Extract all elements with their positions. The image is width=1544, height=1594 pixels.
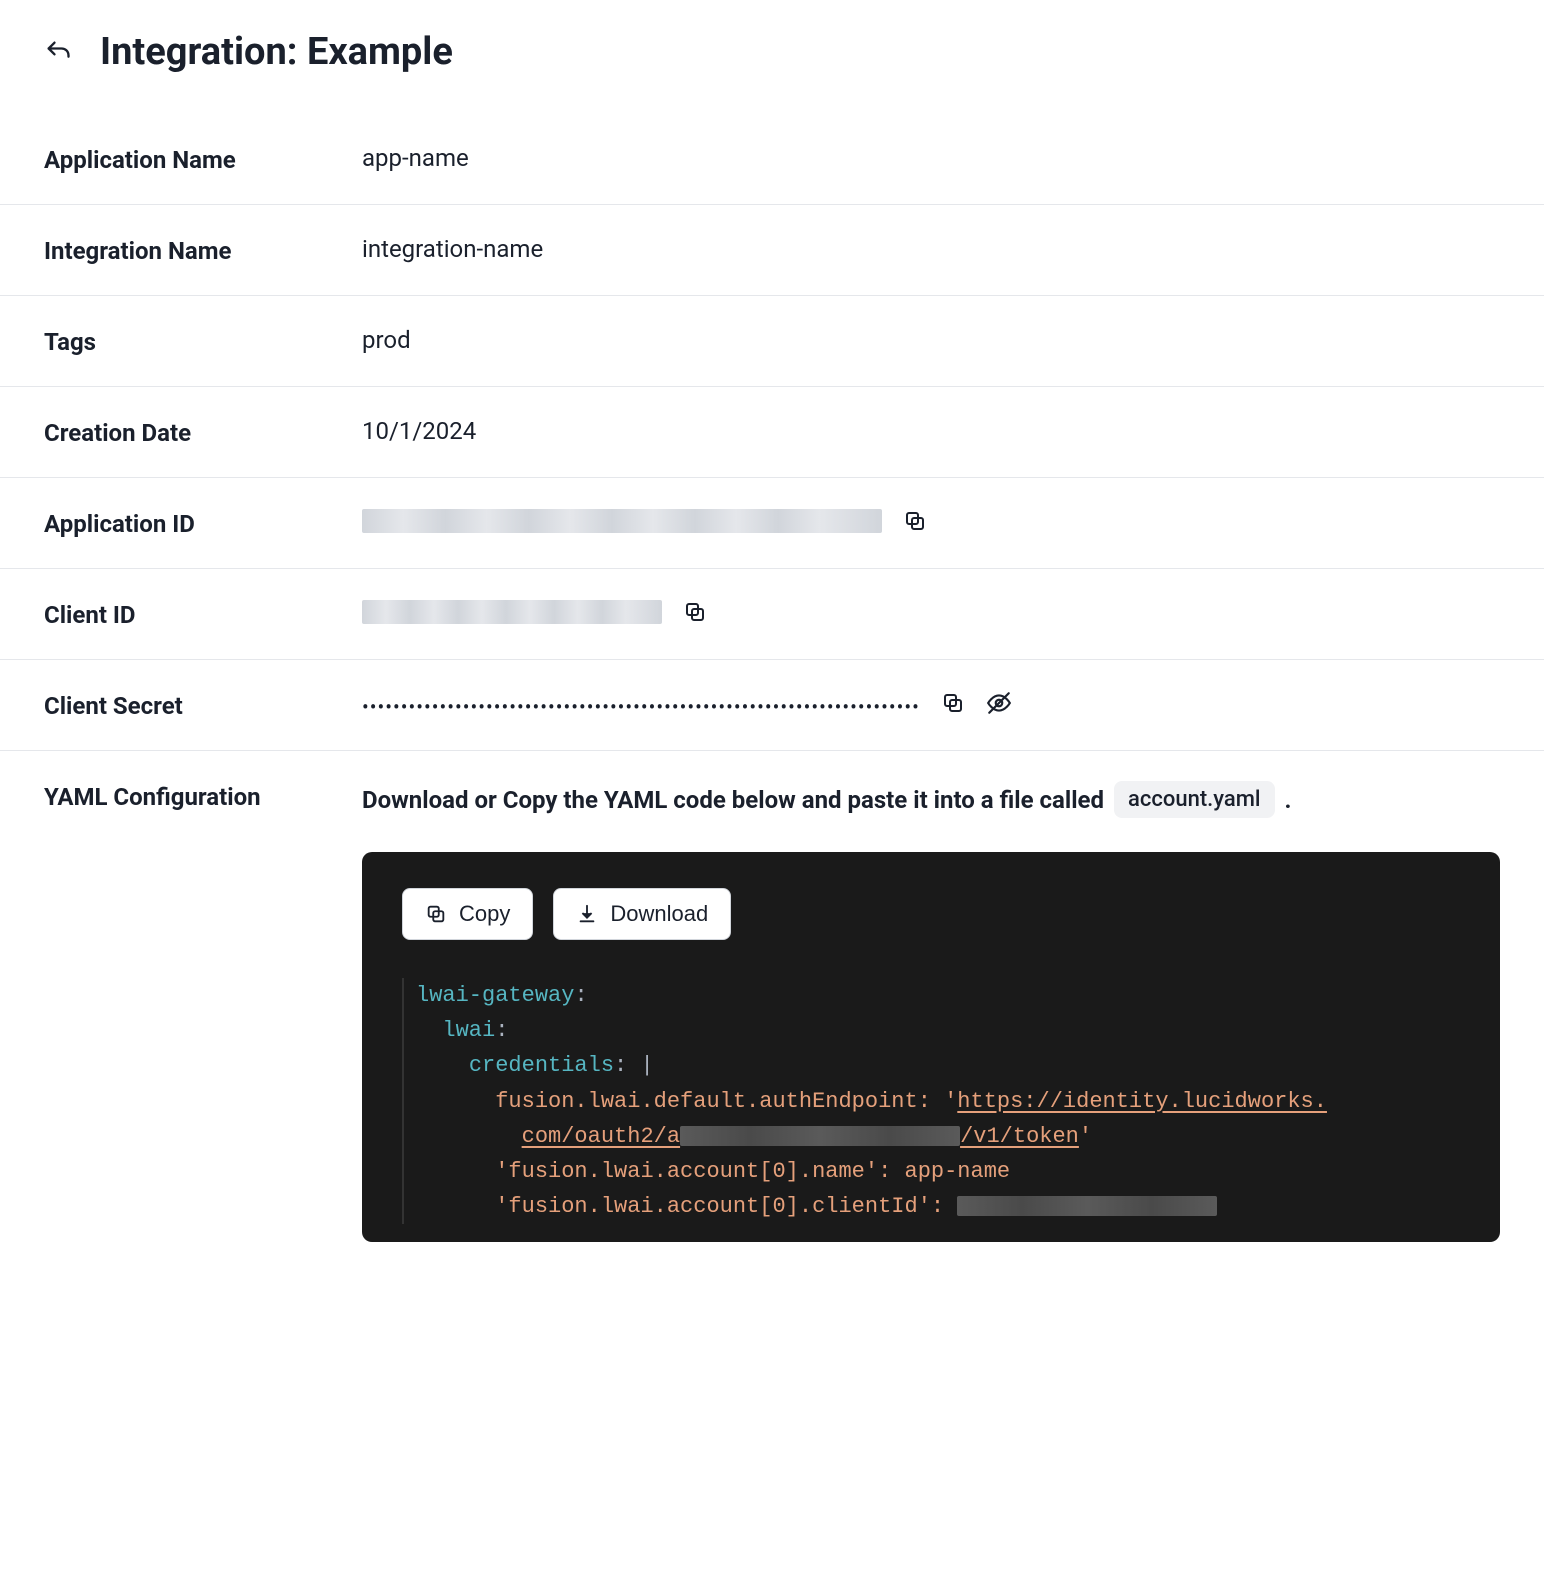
application-name-label: Application Name <box>44 144 362 174</box>
field-tags: Tags prod <box>0 296 1544 387</box>
page-title: Integration: Example <box>100 30 453 74</box>
yaml-instruction-period: . <box>1285 786 1292 814</box>
client-id-label: Client ID <box>44 599 362 629</box>
creation-date-value: 10/1/2024 <box>362 417 476 445</box>
field-client-secret: Client Secret ••••••••••••••••••••••••••… <box>0 660 1544 751</box>
copy-client-secret-button[interactable] <box>940 690 966 716</box>
integration-name-label: Integration Name <box>44 235 362 265</box>
copy-yaml-label: Copy <box>459 901 510 927</box>
yaml-code-block: Copy Download lwai-gateway: lwai: creden… <box>362 852 1500 1242</box>
client-secret-value-masked: ••••••••••••••••••••••••••••••••••••••••… <box>362 695 920 719</box>
application-id-value-redacted <box>362 509 882 533</box>
yaml-code-content: lwai-gateway: lwai: credentials: | fusio… <box>402 978 1460 1224</box>
back-icon[interactable] <box>44 38 72 66</box>
field-integration-name: Integration Name integration-name <box>0 205 1544 296</box>
client-id-value-redacted <box>362 600 662 624</box>
client-secret-label: Client Secret <box>44 690 362 720</box>
copy-yaml-button[interactable]: Copy <box>402 888 533 940</box>
toggle-visibility-icon[interactable] <box>986 690 1012 716</box>
field-client-id: Client ID <box>0 569 1544 660</box>
field-application-id: Application ID <box>0 478 1544 569</box>
field-yaml-configuration: YAML Configuration Download or Copy the … <box>0 751 1544 1242</box>
integration-name-value: integration-name <box>362 235 543 263</box>
copy-client-id-button[interactable] <box>682 599 708 625</box>
redacted-url-segment <box>680 1126 960 1146</box>
download-yaml-button[interactable]: Download <box>553 888 731 940</box>
yaml-instruction-text: Download or Copy the YAML code below and… <box>362 786 1104 814</box>
application-name-value: app-name <box>362 144 469 172</box>
field-creation-date: Creation Date 10/1/2024 <box>0 387 1544 478</box>
download-yaml-label: Download <box>610 901 708 927</box>
field-application-name: Application Name app-name <box>0 114 1544 205</box>
yaml-configuration-label: YAML Configuration <box>44 781 362 811</box>
tags-value: prod <box>362 326 411 354</box>
yaml-filename-chip: account.yaml <box>1114 781 1274 818</box>
tags-label: Tags <box>44 326 362 356</box>
copy-application-id-button[interactable] <box>902 508 928 534</box>
yaml-instruction: Download or Copy the YAML code below and… <box>362 781 1500 818</box>
redacted-client-id <box>957 1196 1217 1216</box>
creation-date-label: Creation Date <box>44 417 362 447</box>
application-id-label: Application ID <box>44 508 362 538</box>
